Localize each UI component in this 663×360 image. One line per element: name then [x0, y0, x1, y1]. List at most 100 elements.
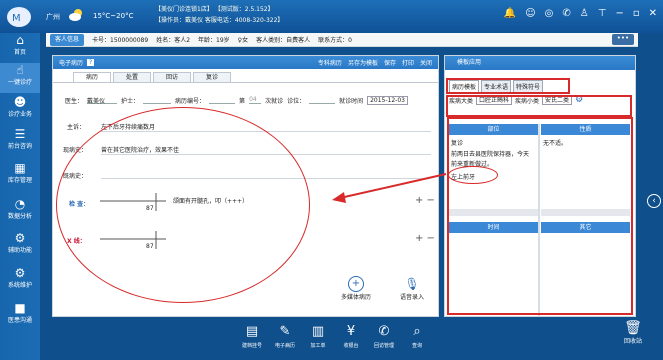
sidebar-item-quick[interactable]: ☝ 一键诊疗	[0, 63, 40, 93]
chart-icon: ◔	[14, 197, 26, 211]
template-panel: 模板应用 病历模板 专业术语 特殊符号 疾病大类 口腔正畸科 疾病小类 安氏二类…	[444, 55, 636, 317]
tab-record-template[interactable]: 病历模板	[449, 80, 480, 93]
process-icon: ▥	[311, 324, 325, 339]
sidebar: ⌂ 首页 ☝ 一键诊疗 ☻ 诊疗业务 ☰ 前台咨询 ▦ 库存管理 ◔ 数据分析 ⚙ 辅助功能 …	[0, 33, 40, 360]
visit-date-field[interactable]: 2015-12-03	[367, 95, 408, 105]
nature-item[interactable]: 无不适。	[543, 138, 567, 147]
dock-cashier[interactable]: ¥ 收银台	[339, 322, 363, 360]
dock-query[interactable]: ⌕ 查询	[405, 322, 429, 360]
sidebar-item-comm[interactable]: ■ 医患沟通	[0, 301, 40, 331]
exam-tooth-number: 87	[146, 205, 154, 212]
cashier-icon: ¥	[346, 324, 356, 339]
sidebar-item-label: 前台咨询	[7, 143, 32, 150]
sidebar-item-label: 首页	[13, 49, 26, 56]
sidebar-item-label: 数据分析	[7, 213, 32, 220]
sidebar-item-system[interactable]: ⚙ 系统维护	[0, 266, 40, 296]
specialty-record-button[interactable]: 专科病历	[318, 58, 342, 67]
sidebar-item-data[interactable]: ◔ 数据分析	[0, 197, 40, 227]
sidebar-item-home[interactable]: ⌂ 首页	[0, 33, 40, 63]
temperature-label: 15°C~20°C	[93, 12, 134, 20]
xray-tooth-number: 87	[146, 243, 154, 250]
tab-treatment[interactable]: 处置	[113, 72, 151, 82]
nurse-select[interactable]	[143, 96, 172, 104]
tab-terminology[interactable]: 专业术语	[481, 80, 512, 93]
doctor-select[interactable]: 戴美仪	[87, 96, 118, 105]
subcategory-select[interactable]: 安氏二类	[542, 95, 573, 105]
record-icon: ✎	[279, 324, 291, 339]
print-button[interactable]: 打印	[402, 58, 414, 67]
recycle-bin[interactable]: 🗑 回收站	[624, 320, 642, 345]
dock-register[interactable]: ▤ 建档挂号	[240, 322, 264, 360]
patient-age: 年龄：19岁	[198, 37, 230, 44]
dock-label: 收银台	[343, 343, 359, 349]
exam-label: 检 查：	[69, 201, 90, 208]
past-history-label: 既病史：	[63, 173, 88, 180]
tooth-chart-exam[interactable]: 87	[98, 193, 168, 213]
case-number-label: 病历编号：	[175, 97, 206, 105]
part-item[interactable]: 前来重新做过。	[451, 159, 493, 168]
tab-record[interactable]: 病历	[73, 72, 111, 82]
shirt-icon[interactable]: ⊤	[598, 8, 607, 19]
save-template-button[interactable]: 另存为模板	[348, 58, 378, 67]
nurse-label: 护士：	[121, 97, 140, 105]
visit-number[interactable]: 04	[249, 96, 262, 104]
collapse-icon[interactable]: ‹	[647, 194, 661, 208]
dock-record[interactable]: ✎ 电子病历	[273, 322, 297, 360]
patient-info-button[interactable]: 客人信息	[50, 33, 85, 46]
sidebar-item-clinic[interactable]: ☻ 诊疗业务	[0, 95, 40, 125]
tab-followup[interactable]: 回访	[153, 72, 191, 82]
complaint-field[interactable]: 左下后牙持续痛数月	[101, 122, 431, 132]
xray-add-remove[interactable]: + −	[415, 233, 435, 244]
sidebar-item-front[interactable]: ☰ 前台咨询	[0, 127, 40, 157]
sidebar-item-label: 一键诊疗	[7, 79, 32, 86]
dock-label: 回访管理	[373, 343, 394, 349]
nature-scrollbar[interactable]	[541, 209, 630, 216]
help-icon[interactable]: ?	[87, 59, 95, 66]
sidebar-item-label: 诊疗业务	[7, 111, 32, 118]
part-scrollbar[interactable]	[449, 209, 538, 216]
dock-label: 电子病历	[274, 343, 295, 349]
phone-icon[interactable]: ✆	[562, 8, 570, 19]
case-number-field[interactable]	[209, 96, 236, 104]
microphone-icon: 🎙	[404, 277, 420, 291]
multimedia-label: 多媒体病历	[341, 294, 372, 301]
tab-symbols[interactable]: 特殊符号	[513, 80, 544, 93]
settings-icon[interactable]: ⚙	[575, 95, 583, 105]
multimedia-record-button[interactable]: + 多媒体病历	[341, 276, 371, 301]
voice-label: 语音录入	[400, 294, 425, 301]
dock-process[interactable]: ▥ 加工单	[306, 322, 330, 360]
sidebar-item-stock[interactable]: ▦ 库存管理	[0, 161, 40, 191]
top-bar: M 广州 15°C~20°C 【美仪门诊连锁1店】 【测试版：2.5.152】 …	[0, 0, 663, 33]
patient-info-bar: 客人信息 卡号：1500000089 姓名：客人2 年龄：19岁 ♀女 客人类别…	[46, 33, 638, 47]
notify-icon[interactable]: 🔔	[504, 8, 516, 19]
card-number: 卡号：1500000089	[92, 37, 149, 44]
present-history-field[interactable]: 曾在其它医院治疗，效果不佳	[101, 145, 431, 155]
person-icon[interactable]: ♙	[580, 8, 589, 19]
operator-info: 【操作员：戴美仪 客服电话：4008-320-322】	[155, 17, 284, 24]
close-button[interactable]: 关闭	[420, 58, 432, 67]
part-item[interactable]: 左上前牙	[451, 172, 475, 181]
voice-input-button[interactable]: 🎙 语音录入	[400, 276, 424, 301]
room-field[interactable]	[309, 96, 336, 104]
save-button[interactable]: 保存	[384, 58, 396, 67]
sidebar-item-assist[interactable]: ⚙ 辅助功能	[0, 231, 40, 261]
column-time: 时间	[449, 222, 538, 233]
tab-revisit[interactable]: 复诊	[193, 72, 231, 82]
close-icon[interactable]: ✕	[649, 8, 657, 19]
user-icon[interactable]: ☺	[525, 8, 535, 19]
trash-icon: 🗑	[624, 320, 642, 336]
register-icon: ▤	[245, 324, 259, 339]
part-item[interactable]: 前两日去县医院保持器，今天	[451, 149, 529, 158]
minimize-icon[interactable]: −	[615, 8, 623, 19]
category-select[interactable]: 口腔正畸科	[476, 95, 513, 105]
chat-icon[interactable]: ◎	[545, 8, 554, 19]
maximize-icon[interactable]: ▫	[633, 8, 640, 19]
annotation-arrow	[332, 173, 447, 203]
tooth-chart-xray[interactable]: 87	[98, 231, 168, 251]
part-item[interactable]: 复诊	[451, 138, 463, 147]
dock-label: 建档挂号	[241, 343, 262, 349]
dock-followup[interactable]: ✆ 回访管理	[372, 322, 396, 360]
visit-suffix: 次就诊	[265, 97, 284, 105]
add-media-icon: +	[348, 276, 364, 292]
more-button[interactable]: •••	[612, 34, 634, 45]
